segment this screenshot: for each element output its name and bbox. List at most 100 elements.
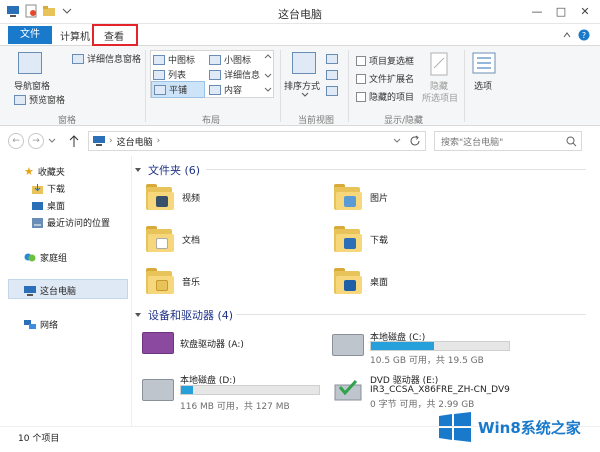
folder-item-pictures[interactable]: 图片 bbox=[334, 184, 388, 210]
drive-item-floppy[interactable]: 软盘驱动器 (A:) bbox=[142, 332, 244, 354]
list-icon bbox=[153, 69, 165, 80]
folder-item-downloads[interactable]: 下载 bbox=[334, 226, 388, 252]
hide-selected-icon bbox=[430, 52, 448, 76]
layout-content[interactable]: 内容 bbox=[209, 83, 242, 96]
nav-item-label: 最近访问的位置 bbox=[47, 219, 111, 229]
layout-small-icons[interactable]: 小图标 bbox=[209, 53, 251, 66]
folder-item-desktop[interactable]: 桌面 bbox=[334, 268, 388, 294]
system-drive-icon bbox=[332, 334, 364, 356]
drive-usage-fill bbox=[181, 386, 194, 394]
collapse-icon[interactable] bbox=[134, 311, 142, 319]
layout-details-label: 详细信息 bbox=[224, 71, 261, 81]
nav-item-recent[interactable]: 最近访问的位置 bbox=[32, 216, 110, 229]
options-button[interactable] bbox=[472, 52, 496, 77]
folders-section-header[interactable]: 文件夹 (6) bbox=[134, 162, 200, 178]
desktop-folder-icon bbox=[334, 268, 362, 294]
medium-icons-icon bbox=[153, 54, 165, 65]
sort-dropdown-icon[interactable] bbox=[301, 92, 309, 98]
nav-item-network[interactable]: 网络 bbox=[24, 318, 58, 331]
address-dropdown-icon[interactable] bbox=[393, 138, 401, 144]
nav-item-this-pc[interactable]: 这台电脑 bbox=[24, 284, 76, 297]
search-input[interactable]: 搜索"这台电脑" bbox=[434, 131, 582, 151]
refresh-icon[interactable] bbox=[409, 135, 421, 147]
nav-item-desktop[interactable]: 桌面 bbox=[32, 199, 65, 212]
tab-computer[interactable]: 计算机 bbox=[60, 28, 90, 43]
tab-view[interactable]: 查看 bbox=[104, 28, 124, 43]
folder-item-documents[interactable]: 文档 bbox=[146, 226, 200, 252]
nav-item-homegroup[interactable]: 家庭组 bbox=[24, 251, 67, 264]
add-columns-icon[interactable] bbox=[326, 70, 338, 80]
item-checkboxes-label: 项目复选框 bbox=[369, 57, 415, 67]
breadcrumb-chevron-icon[interactable]: › bbox=[157, 136, 161, 146]
nav-item-label: 桌面 bbox=[47, 202, 66, 212]
layout-list[interactable]: 列表 bbox=[153, 68, 186, 81]
folder-item-videos[interactable]: 视频 bbox=[146, 184, 200, 210]
nav-item-favorites[interactable]: ★ 收藏夹 bbox=[24, 165, 65, 178]
section-divider bbox=[236, 314, 586, 315]
details-icon bbox=[209, 69, 221, 80]
recent-locations-icon[interactable] bbox=[48, 138, 56, 144]
nav-pane-label[interactable]: 导航窗格 bbox=[14, 79, 50, 92]
search-icon[interactable] bbox=[566, 136, 577, 147]
search-placeholder: 搜索"这台电脑" bbox=[441, 137, 504, 148]
desktop-icon bbox=[32, 201, 43, 210]
file-extensions-label: 文件扩展名 bbox=[369, 75, 415, 85]
nav-pane-icon bbox=[18, 52, 42, 74]
preview-pane-icon bbox=[14, 94, 26, 105]
size-columns-icon[interactable] bbox=[326, 86, 338, 96]
documents-folder-icon bbox=[146, 226, 174, 252]
group-by-icon[interactable] bbox=[326, 54, 338, 64]
floppy-drive-icon bbox=[142, 332, 174, 354]
item-checkboxes-toggle[interactable]: 项目复选框 bbox=[356, 54, 414, 67]
recent-places-icon bbox=[32, 217, 43, 228]
layout-details[interactable]: 详细信息 bbox=[209, 68, 260, 81]
close-button[interactable]: ✕ bbox=[574, 2, 596, 20]
nav-item-label: 这台电脑 bbox=[40, 287, 77, 297]
folder-label: 图片 bbox=[370, 193, 389, 204]
pane-splitter[interactable] bbox=[131, 156, 132, 426]
checkbox[interactable] bbox=[356, 91, 366, 102]
back-button[interactable]: ← bbox=[8, 133, 24, 149]
details-pane-button[interactable]: 详细信息窗格 bbox=[72, 52, 141, 65]
file-extensions-toggle[interactable]: 文件扩展名 bbox=[356, 72, 414, 85]
breadcrumb[interactable]: 这台电脑 bbox=[117, 135, 153, 148]
local-disk-icon bbox=[142, 379, 174, 401]
watermark: Win8系统之家 bbox=[438, 408, 598, 446]
forward-arrow-icon: → bbox=[32, 136, 40, 146]
tab-file[interactable]: 文件 bbox=[8, 26, 52, 44]
ribbon-separator bbox=[464, 50, 465, 122]
sort-by-button[interactable] bbox=[292, 52, 316, 74]
devices-section-header[interactable]: 设备和驱动器 (4) bbox=[134, 307, 233, 323]
preview-pane-label: 预览窗格 bbox=[29, 96, 66, 106]
layout-medium-icons[interactable]: 中图标 bbox=[153, 53, 195, 66]
hidden-items-toggle[interactable]: 隐藏的项目 bbox=[356, 90, 414, 103]
up-arrow-icon[interactable] bbox=[68, 134, 80, 148]
item-count: 10 个项目 bbox=[18, 434, 60, 444]
window-title: 这台电脑 bbox=[278, 8, 322, 21]
collapse-icon[interactable] bbox=[134, 166, 142, 174]
gallery-scroll-icon[interactable] bbox=[264, 52, 272, 96]
forward-button[interactable]: → bbox=[28, 133, 44, 149]
help-icon[interactable]: ? bbox=[578, 29, 590, 41]
minimize-button[interactable]: — bbox=[526, 2, 548, 20]
collapse-ribbon-icon[interactable] bbox=[562, 30, 572, 40]
ribbon-separator bbox=[280, 50, 281, 122]
checkbox[interactable] bbox=[356, 55, 366, 66]
address-bar[interactable]: › 这台电脑 › bbox=[88, 131, 426, 151]
network-icon bbox=[24, 319, 36, 329]
preview-pane-button[interactable]: 预览窗格 bbox=[14, 93, 65, 106]
tiles-icon bbox=[154, 84, 166, 95]
group-label-panes: 窗格 bbox=[58, 116, 77, 126]
drive-detail: 10.5 GB 可用，共 19.5 GB bbox=[370, 356, 484, 366]
layout-tiles[interactable]: 平铺 bbox=[151, 81, 205, 98]
folder-item-music[interactable]: 音乐 bbox=[146, 268, 200, 294]
nav-pane-button[interactable] bbox=[18, 52, 42, 74]
nav-item-label: 家庭组 bbox=[40, 254, 68, 264]
breadcrumb-separator-icon: › bbox=[109, 136, 113, 146]
maximize-button[interactable]: □ bbox=[550, 2, 572, 20]
checkbox[interactable] bbox=[356, 73, 366, 84]
hide-selected-button[interactable] bbox=[430, 52, 448, 79]
layout-tiles-label: 平铺 bbox=[169, 86, 188, 96]
svg-text:?: ? bbox=[582, 31, 586, 40]
nav-item-downloads[interactable]: 下载 bbox=[32, 182, 65, 195]
